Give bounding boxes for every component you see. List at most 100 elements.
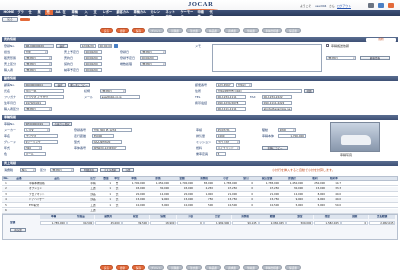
copy-to-buyer-button[interactable]: 購入者にコピー — [68, 83, 90, 87]
mileage-field[interactable]: 35000 — [92, 134, 114, 138]
top-action-button[interactable]: 納品書 — [205, 28, 221, 33]
top-action-button[interactable]: 請求書 — [224, 28, 240, 33]
print-icon[interactable] — [368, 3, 374, 8]
top-action-button[interactable]: プリント — [148, 28, 164, 33]
div-select[interactable]: (未選択) — [50, 168, 74, 172]
table-cell[interactable]: オプション — [28, 187, 86, 191]
furigana-field[interactable]: テラヤマ イチロウ — [24, 95, 64, 99]
plan-date[interactable]: 00/00/00 — [84, 50, 102, 54]
rel-select[interactable]: (未選択) — [100, 89, 126, 93]
dob-field[interactable]: 1970/04/01 — [24, 101, 46, 105]
price-field[interactable]: 1,700,000 — [278, 134, 306, 138]
nav-item[interactable]: 代理 — [208, 10, 216, 19]
bottom-action-button[interactable]: 車輌仕様書 — [262, 265, 282, 270]
add-line-button[interactable]: 明細追加 — [80, 168, 98, 172]
vehicle-photo[interactable] — [330, 122, 380, 152]
select-from-stock-button[interactable]: 在庫から選択 — [52, 122, 72, 126]
grade-field[interactable]: Sツーリング — [24, 140, 58, 144]
table-cell[interactable]: ドアバイザー — [28, 198, 86, 202]
customer-search-button[interactable]: 検索 — [54, 83, 66, 87]
top-action-button[interactable]: 注文書 — [186, 28, 202, 33]
table-cell[interactable]: 車輌本体価格 — [28, 182, 86, 186]
back-button[interactable]: 戻る — [2, 17, 18, 22]
sale-date[interactable]: 00/00/00 — [84, 56, 102, 60]
customer-info-button[interactable]: 顧客情報 — [360, 56, 390, 60]
bottom-action-button[interactable]: プリント — [148, 265, 164, 270]
name-field[interactable]: 寺山一郎 — [24, 89, 64, 93]
shaken-field[interactable]: 25/07/31 — [216, 128, 236, 132]
mobile2-field[interactable]: 090-1111-2222 — [262, 101, 292, 105]
fuel-select[interactable]: ハイブリッド — [216, 146, 240, 150]
delivery-date[interactable]: 00/00/00 — [84, 68, 102, 72]
nav-item[interactable]: ケーモーター — [179, 10, 195, 19]
bottom-action-button[interactable]: 戻る — [100, 265, 113, 270]
nav-item[interactable]: 仕入 — [27, 10, 35, 19]
bottom-action-button[interactable]: 保証書 — [285, 265, 301, 270]
buyer-type-select[interactable]: (未選択) — [24, 107, 52, 111]
bottom-action-button[interactable]: 保存 — [132, 265, 145, 270]
mobile-field[interactable]: 090-1234-5678 — [216, 101, 246, 105]
nav-item[interactable]: 顧客カルテ — [115, 10, 131, 19]
color-field[interactable]: パール — [24, 152, 46, 156]
bottom-action-button[interactable]: 領収書 — [243, 265, 259, 270]
nav-item[interactable]: 車輌選択 — [70, 10, 82, 19]
date-field[interactable]: 12/06/29 — [80, 44, 96, 48]
nav-item[interactable]: 申請書 — [196, 10, 207, 19]
bottom-action-button[interactable]: 注文書 — [186, 265, 202, 270]
nav-item[interactable]: 入金 — [83, 10, 91, 19]
nav-item[interactable]: AA — [54, 10, 61, 15]
copy-to-vehicle-button[interactable]: 車輌にコピー — [262, 146, 288, 150]
table-cell[interactable]: ETC取付 — [28, 204, 86, 208]
seat-field[interactable]: 5 — [216, 152, 226, 156]
plate-field[interactable]: 大阪 300 あ 1234 — [92, 128, 132, 132]
map-button[interactable]: 地図 — [304, 89, 314, 93]
bottom-action-button[interactable]: 更新 — [116, 265, 129, 270]
top-action-button[interactable]: 見積書 — [167, 28, 183, 33]
car-field[interactable]: プリウス — [24, 134, 58, 138]
staff-select[interactable]: 大熊 — [24, 50, 48, 54]
table-cell[interactable]: フロアマット — [28, 193, 86, 197]
top-action-button[interactable]: 保存 — [132, 28, 145, 33]
logout-link[interactable]: ログアウト — [337, 4, 351, 8]
bottom-action-button[interactable]: 納品書 — [205, 265, 221, 270]
email-field[interactable]: aaa@bbb.co.jp — [100, 95, 140, 99]
mission-select[interactable]: フロアAT — [216, 140, 240, 144]
body-field[interactable]: NHW20-1234567 — [92, 146, 126, 150]
nav-item[interactable]: ネット掲載 — [164, 10, 178, 19]
top-action-button[interactable]: 領収書 — [243, 28, 259, 33]
nav-item[interactable]: 在庫 — [61, 10, 69, 19]
top-action-button[interactable]: 車輌仕様書 — [262, 28, 282, 33]
tax-select[interactable]: 税込 — [20, 168, 36, 172]
time-field[interactable]: 00:00:00 — [98, 44, 112, 48]
model-field[interactable]: DAA-NHW20 — [92, 140, 122, 144]
maker-select[interactable]: トヨタ — [24, 128, 50, 132]
nav-item[interactable]: カレンダー — [149, 10, 163, 19]
help-icon[interactable] — [388, 3, 394, 8]
displacement-field[interactable]: 1490 — [216, 134, 236, 138]
reg-select[interactable]: (未選択) — [140, 50, 166, 54]
sales-type-select[interactable]: (未選択) — [24, 56, 52, 60]
tel2-field[interactable]: 06-1111-1111 — [216, 107, 246, 111]
nav-item[interactable]: 車輌カルテ — [132, 10, 148, 19]
nav-item[interactable]: 支払 — [92, 10, 100, 19]
pref-select[interactable]: 大阪府 — [236, 83, 252, 87]
top-action-button[interactable]: 戻る — [100, 28, 113, 33]
calc-button[interactable]: 計算 — [122, 168, 134, 172]
rounding2-select[interactable]: (未選択) — [326, 56, 356, 60]
year-select[interactable]: H20 — [24, 146, 42, 150]
tel-field[interactable]: 06-1234-1111 — [216, 95, 246, 99]
buyer-select[interactable]: (未選択) — [24, 68, 52, 72]
recalc-button[interactable]: 再計算 — [10, 228, 26, 232]
bottom-action-button[interactable]: 見積書 — [167, 265, 183, 270]
memo-textarea[interactable] — [212, 44, 322, 72]
bottom-action-button[interactable]: 請求書 — [224, 265, 240, 270]
address-field[interactable]: 大阪府吹田市江坂町 — [216, 89, 302, 93]
top-action-button[interactable]: 保証書 — [285, 28, 301, 33]
nav-item[interactable]: グラフ — [16, 10, 26, 19]
contract-date[interactable]: 00/00/00 — [84, 62, 102, 66]
nav-item[interactable]: HOME — [2, 10, 15, 15]
sales-div-select[interactable]: (未選択) — [24, 62, 52, 66]
nav-item[interactable]: 売上 — [45, 10, 53, 19]
rounding-select[interactable]: (未選択) — [140, 62, 166, 66]
search-button[interactable]: 検索 — [56, 44, 68, 48]
